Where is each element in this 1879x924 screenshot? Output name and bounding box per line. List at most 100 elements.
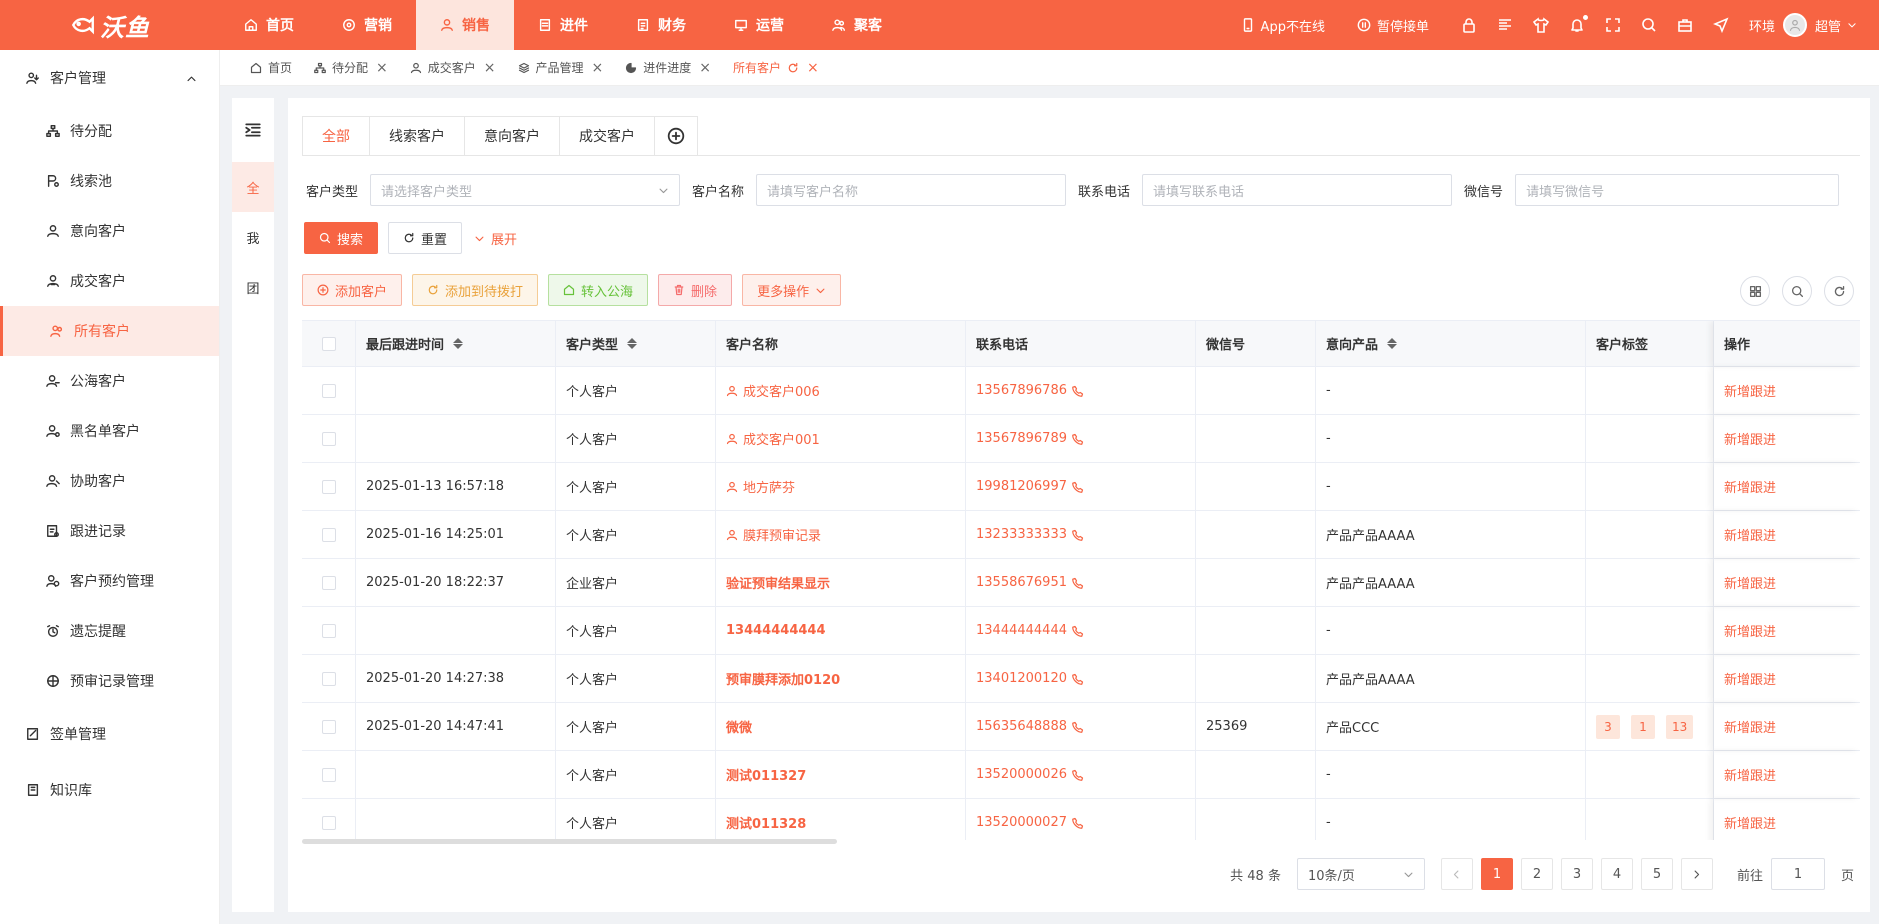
sort-icon[interactable] [627,338,638,349]
sidebar-item-intent[interactable]: 意向客户 [0,206,219,256]
customer-name-link[interactable]: 成交客户001 [743,429,820,448]
cell-name[interactable]: 膜拜预审记录 [716,511,966,558]
sidebar-item-forget-reminder[interactable]: 遗忘提醒 [0,606,219,656]
row-checkbox[interactable] [321,383,336,398]
toggle-search-button[interactable] [1782,276,1812,306]
phone-icon[interactable] [1072,817,1084,829]
row-checkbox[interactable] [321,623,336,638]
cell-name[interactable]: 13444444444 [716,607,966,654]
type-tab-clue[interactable]: 线索客户 [370,117,465,155]
cell-phone[interactable]: 13444444444 [966,607,1196,654]
add-follow-link[interactable]: 新增跟进 [1724,765,1776,784]
sidebar-item-clue-pool[interactable]: 线索池 [0,156,219,206]
cell-phone[interactable]: 13567896789 [966,415,1196,462]
tab-home[interactable]: 首页 [250,59,292,76]
customer-name-link[interactable]: 微微 [726,717,752,736]
phone-link[interactable]: 13233333333 [976,527,1067,542]
header-product[interactable]: 意向产品 [1316,321,1586,366]
add-follow-link[interactable]: 新增跟进 [1724,477,1776,496]
phone-icon[interactable] [1072,625,1084,637]
topnav-finance[interactable]: 财务 [612,0,710,50]
customer-name-link[interactable]: 成交客户006 [743,381,820,400]
next-page-button[interactable] [1680,858,1713,890]
sidebar-item-audit-records[interactable]: 预审记录管理 [0,656,219,706]
customer-name-link[interactable]: 验证预审结果显示 [726,573,830,592]
customer-name-link[interactable]: 测试011328 [726,813,806,832]
phone-link[interactable]: 13401200120 [976,671,1067,686]
search-button[interactable]: 搜索 [304,222,379,254]
cell-name[interactable]: 地方萨芬 [716,463,966,510]
phone-icon[interactable] [1072,433,1084,445]
sort-icon[interactable] [1387,338,1398,349]
sidebar-item-appointment[interactable]: 客户预约管理 [0,556,219,606]
env-label[interactable]: 环境 [1749,16,1775,35]
more-actions-dropdown[interactable]: 更多操作 [742,274,842,306]
search-icon[interactable] [1641,17,1657,33]
type-tab-intent[interactable]: 意向客户 [465,117,560,155]
delete-button[interactable]: 删除 [658,274,733,306]
topnav-gather[interactable]: 聚客 [808,0,906,50]
sidebar-group-knowledge[interactable]: 知识库 [0,762,219,818]
topnav-home[interactable]: 首页 [220,0,318,50]
refresh-table-button[interactable] [1824,276,1854,306]
topnav-marketing[interactable]: 营销 [318,0,416,50]
customer-name-link[interactable]: 测试011327 [726,765,806,784]
sort-icon[interactable] [453,338,464,349]
cell-phone[interactable]: 13401200120 [966,655,1196,702]
sidebar-item-deal[interactable]: 成交客户 [0,256,219,306]
add-follow-link[interactable]: 新增跟进 [1724,429,1776,448]
sidebar-group-customer[interactable]: 客户管理 [0,50,219,106]
close-icon[interactable]: × [592,60,604,76]
collapse-toggle[interactable] [232,98,274,162]
page-button[interactable]: 1 [1480,858,1513,890]
add-type-tab-button[interactable] [655,117,697,155]
prev-page-button[interactable] [1440,858,1473,890]
page-button[interactable]: 2 [1520,858,1553,890]
goto-page-input[interactable]: 1 [1770,858,1825,890]
reset-button[interactable]: 重置 [388,222,463,254]
cell-phone[interactable]: 13233333333 [966,511,1196,558]
text-list-icon[interactable] [1497,17,1513,33]
add-to-dial-button[interactable]: 添加到待拨打 [412,274,539,306]
phone-icon[interactable] [1072,529,1084,541]
add-follow-link[interactable]: 新增跟进 [1724,381,1776,400]
to-public-pool-button[interactable]: 转入公海 [548,274,649,306]
cell-phone[interactable]: 19981206997 [966,463,1196,510]
chevron-down-icon[interactable] [1847,20,1857,30]
cell-phone[interactable]: 13558676951 [966,559,1196,606]
cell-phone[interactable]: 13520000027 [966,799,1196,840]
add-follow-link[interactable]: 新增跟进 [1724,813,1776,832]
topnav-intake[interactable]: 进件 [514,0,612,50]
phone-input[interactable]: 请填写联系电话 [1142,174,1453,206]
tab-pending[interactable]: 待分配 × [314,59,388,76]
scope-mine[interactable]: 我 [232,212,274,262]
cell-name[interactable]: 测试011328 [716,799,966,840]
sidebar-item-assist[interactable]: 协助客户 [0,456,219,506]
tab-intake-progress[interactable]: 进件进度 × [625,59,711,76]
add-follow-link[interactable]: 新增跟进 [1724,573,1776,592]
row-checkbox[interactable] [321,431,336,446]
scope-team[interactable]: 团 [232,262,274,312]
scrollbar-thumb[interactable] [302,839,837,844]
customer-name-link[interactable]: 膜拜预审记录 [743,525,821,544]
notification[interactable] [1569,14,1589,33]
phone-icon[interactable] [1072,673,1084,685]
tab-all-customers[interactable]: 所有客户 × [733,59,819,76]
add-follow-link[interactable]: 新增跟进 [1724,717,1776,736]
phone-link[interactable]: 13558676951 [976,575,1067,590]
phone-link[interactable]: 13567896789 [976,431,1067,446]
sidebar-item-all[interactable]: 所有客户 [0,306,219,356]
phone-icon[interactable] [1072,721,1084,733]
cell-name[interactable]: 成交客户006 [716,367,966,414]
logo[interactable]: 沃鱼 [0,0,220,50]
header-last-follow[interactable]: 最后跟进时间 [356,321,556,366]
row-checkbox[interactable] [321,719,336,734]
cell-name[interactable]: 成交客户001 [716,415,966,462]
page-button[interactable]: 3 [1560,858,1593,890]
phone-icon[interactable] [1072,385,1084,397]
customer-name-link[interactable]: 地方萨芬 [743,477,795,496]
phone-icon[interactable] [1072,481,1084,493]
close-icon[interactable]: × [699,60,711,76]
customer-type-select[interactable]: 请选择客户类型 [370,174,681,206]
app-status[interactable]: App不在线 [1241,16,1325,35]
